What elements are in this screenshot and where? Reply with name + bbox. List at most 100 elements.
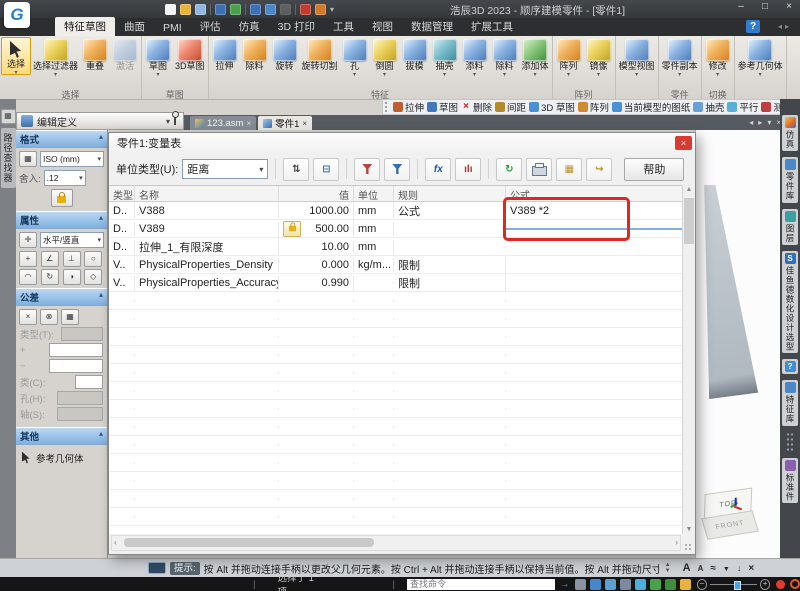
redo-icon[interactable] <box>280 4 291 15</box>
tab-standard-parts[interactable]: 标准件 <box>782 458 798 504</box>
qat-dropdown-icon[interactable]: ▾ <box>330 5 334 14</box>
app-logo-icon[interactable]: G <box>4 2 30 28</box>
tab-simulation[interactable]: 仿真 <box>230 17 269 36</box>
lock-button[interactable] <box>51 189 73 207</box>
run-command-icon[interactable]: → <box>560 579 571 590</box>
tab-3d-print[interactable]: 3D 打印 <box>269 17 324 36</box>
style-grid-icon[interactable]: ▦ <box>19 151 37 167</box>
copy-link-button[interactable]: ▦ <box>556 158 582 181</box>
tab-list-icon[interactable]: ▾ <box>767 118 771 127</box>
font-increase-icon[interactable]: A <box>683 562 691 574</box>
command-search-input[interactable] <box>407 579 555 590</box>
table-row-PhysicalProperties_Accuracy[interactable]: V..PhysicalProperties_Accuracy0.990限制 <box>109 274 683 292</box>
vertical-scrollbar[interactable]: ▲ ▼ <box>682 185 695 534</box>
cmd-pattern[interactable]: 阵列 <box>578 100 609 114</box>
doc-tab-part1[interactable]: 零件1× <box>258 116 312 130</box>
shell-button[interactable]: 抽壳▾ <box>430 37 460 77</box>
column-header-4[interactable]: 规则 <box>394 186 506 201</box>
cut-button[interactable]: 除料 <box>240 37 270 72</box>
overlap-button[interactable]: 重叠 <box>80 37 110 72</box>
view-style-icon[interactable] <box>575 579 586 590</box>
tab-part-library[interactable]: 零件库 <box>782 157 798 203</box>
empty-row[interactable] <box>109 310 683 328</box>
mirror-button[interactable]: 镜像▾ <box>584 37 614 77</box>
tab-surface[interactable]: 曲面 <box>115 17 154 36</box>
empty-row[interactable] <box>109 436 683 454</box>
cmd-parallel[interactable]: 平行 <box>727 100 758 114</box>
sketch-3d-button[interactable]: 3D草图 <box>173 37 207 72</box>
wave-icon[interactable]: ≈ <box>710 563 716 574</box>
cmd-delete[interactable]: ×删除 <box>461 100 492 114</box>
tip-scroll-spinner[interactable]: ▲▼ <box>663 562 673 574</box>
thicken-button[interactable]: 添料▾ <box>460 37 490 77</box>
toolbar-grip[interactable] <box>385 102 390 112</box>
tab-evaluate[interactable]: 评估 <box>191 17 230 36</box>
filter-edit-button[interactable] <box>354 158 380 181</box>
revolve-button[interactable]: 旋转 <box>270 37 300 72</box>
round-select[interactable]: .12▾ <box>44 170 86 186</box>
relate-angle-icon[interactable]: ∠ <box>41 251 59 267</box>
relate-perpendicular-icon[interactable]: ⊥ <box>63 251 81 267</box>
column-header-0[interactable]: 类型 <box>109 186 135 201</box>
export-button[interactable]: ↪ <box>586 158 612 181</box>
save-icon[interactable] <box>215 4 226 15</box>
empty-row[interactable] <box>109 382 683 400</box>
empty-row[interactable] <box>109 490 683 508</box>
extrude-button[interactable]: 拉伸 <box>210 37 240 72</box>
refresh-button[interactable]: ↻ <box>496 158 522 181</box>
empty-row[interactable] <box>109 346 683 364</box>
reference-geometry-item[interactable]: 参考几何体 <box>16 445 107 470</box>
column-header-3[interactable]: 单位 <box>354 186 394 201</box>
relate-concentric-icon[interactable]: ○ <box>84 251 102 267</box>
open-icon[interactable] <box>180 4 191 15</box>
tab-help-pane[interactable]: ? <box>782 359 798 374</box>
collapse-icon[interactable]: ▴ <box>99 429 103 444</box>
relation-select[interactable]: 水平/竖直▾ <box>40 232 104 248</box>
tab-extensions[interactable]: 扩展工具 <box>462 17 522 36</box>
select-button[interactable]: 选择▾ <box>1 37 31 75</box>
tab-layers[interactable]: 图层 <box>782 209 798 245</box>
cmd-extrude[interactable]: 拉伸 <box>393 100 424 114</box>
stop-record-icon[interactable] <box>790 579 800 589</box>
cmd-distance[interactable]: 间距 <box>495 100 526 114</box>
zoom-slider-thumb[interactable] <box>734 581 741 590</box>
cmd-3d-sketch[interactable]: 3D 草图 <box>529 100 575 114</box>
tab-simulation-pane[interactable]: 仿真 <box>782 115 798 151</box>
sort-button[interactable]: ⇅ <box>283 158 309 181</box>
help-button[interactable]: 帮助 <box>624 158 684 181</box>
empty-row[interactable] <box>109 472 683 490</box>
section-properties[interactable]: 属性▴ <box>16 211 107 229</box>
part-copy-button[interactable]: 零件副本▾ <box>660 37 700 77</box>
section-other[interactable]: 其他▴ <box>16 427 107 445</box>
spin-icon[interactable] <box>635 579 646 590</box>
fit-view-icon[interactable] <box>620 579 631 590</box>
doc-tab-123asm[interactable]: 123.asm× <box>190 116 256 130</box>
dialog-titlebar[interactable]: 零件1:变量表 <box>109 133 695 153</box>
folder-icon[interactable] <box>680 579 691 590</box>
tab-parametric-design[interactable]: S佳鱼德数化设计选型 <box>782 251 798 354</box>
tab-next-icon[interactable]: ▸ <box>758 118 762 127</box>
round-button[interactable]: 倒圆▾ <box>370 37 400 77</box>
tab-scroll-arrows[interactable]: ◂▸ <box>778 22 792 31</box>
draft-button[interactable]: 拔模 <box>400 37 430 72</box>
close-button[interactable]: × <box>782 1 796 12</box>
cmd-drawing-of-model[interactable]: 当前模型的图纸 <box>612 100 691 114</box>
tolerance-none-button[interactable]: × <box>19 309 37 325</box>
sketch-view-icon[interactable] <box>665 579 676 590</box>
empty-row[interactable] <box>109 418 683 436</box>
column-header-2[interactable]: 值 <box>279 186 354 201</box>
collapse-icon[interactable]: ▴ <box>99 290 103 305</box>
empty-row[interactable] <box>109 526 683 534</box>
scroll-down-icon[interactable]: ▼ <box>683 526 695 533</box>
viewport[interactable]: TOP FRONT <box>695 130 781 558</box>
print-button[interactable] <box>526 158 552 181</box>
relate-equal-icon[interactable]: ◇ <box>84 269 102 285</box>
pathfinder-collapsed-tab[interactable]: 路径查找器 <box>1 128 16 188</box>
zoom-out-icon[interactable]: − <box>697 579 708 590</box>
tab-feature-sketch[interactable]: 特征草图 <box>55 17 115 36</box>
close-tab-icon[interactable]: × <box>302 119 307 128</box>
tab-pmi[interactable]: PMI <box>154 20 191 36</box>
minimize-button[interactable]: – <box>734 1 748 12</box>
empty-row[interactable] <box>109 292 683 310</box>
cmd-shell[interactable]: 抽壳 <box>693 100 724 114</box>
